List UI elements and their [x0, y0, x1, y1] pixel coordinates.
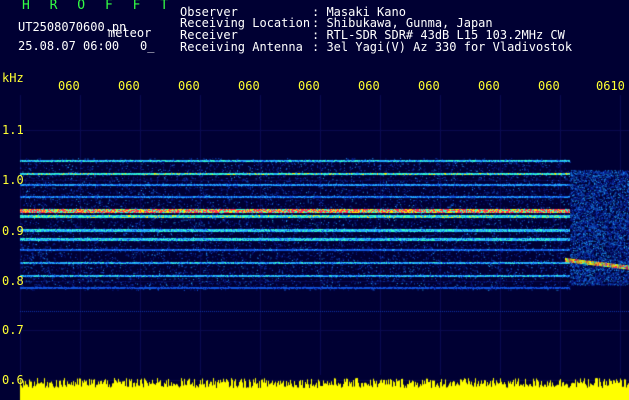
y-tick: 0.8	[2, 274, 24, 288]
y-tick: 0.9	[2, 224, 24, 238]
y-axis-unit: kHz	[2, 71, 24, 85]
x-tick: 060	[118, 79, 140, 93]
meteor-label: meteor	[108, 26, 152, 40]
x-tick: 060	[538, 79, 560, 93]
y-tick: 1.0	[2, 173, 24, 187]
x-tick: 060	[58, 79, 80, 93]
antenna-value: : 3el Yagi(V) Az 330 for Vladivostok	[312, 40, 573, 54]
antenna-label: Receiving Antenna	[180, 40, 303, 54]
x-tick: 060	[178, 79, 200, 93]
meteor-count: 0_	[140, 39, 155, 53]
x-tick: 0610	[596, 79, 625, 93]
y-tick: 0.7	[2, 323, 24, 337]
app-title: H R O F F T	[22, 0, 175, 13]
x-tick: 060	[358, 79, 380, 93]
y-tick: 1.1	[2, 123, 24, 137]
x-tick: 060	[478, 79, 500, 93]
datetime: 25.08.07 06:00	[18, 39, 120, 53]
hrofft-window: H R O F F T UT2508070600.pn meteor 25.08…	[0, 0, 629, 400]
x-tick: 060	[298, 79, 320, 93]
x-tick: 060	[418, 79, 440, 93]
y-tick: 0.6	[2, 373, 24, 387]
spectrogram	[0, 0, 629, 400]
x-tick: 060	[238, 79, 260, 93]
